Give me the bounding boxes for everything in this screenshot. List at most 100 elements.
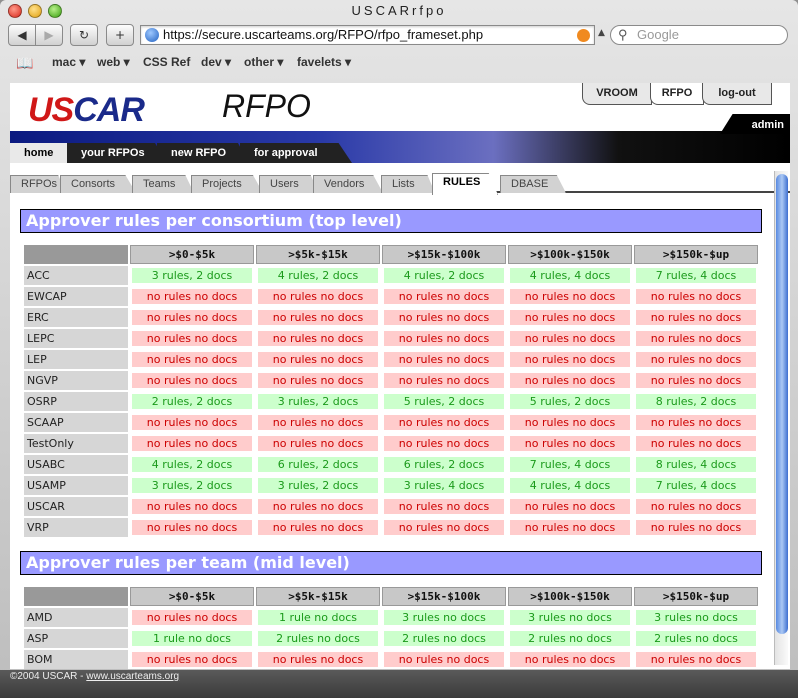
rule-cell-text[interactable]: 2 rules no docs xyxy=(636,631,756,646)
rule-cell-text[interactable]: 2 rules, 2 docs xyxy=(132,394,252,409)
sub-tab-teams[interactable]: Teams xyxy=(132,175,194,193)
rule-cell-text[interactable]: no rules no docs xyxy=(636,520,756,535)
row-label[interactable]: USAMP xyxy=(24,476,128,495)
rule-cell-text[interactable]: no rules no docs xyxy=(384,415,504,430)
rule-cell-text[interactable]: 3 rules, 4 docs xyxy=(384,478,504,493)
uscar-site-link[interactable]: www.uscarteams.org xyxy=(86,671,179,682)
rule-cell[interactable]: 3 rules no docs xyxy=(634,608,758,627)
rule-cell-text[interactable]: 2 rules no docs xyxy=(258,631,378,646)
rule-cell-text[interactable]: no rules no docs xyxy=(132,310,252,325)
bookmark-dev[interactable]: dev ▾ xyxy=(201,55,231,69)
rule-cell-text[interactable]: no rules no docs xyxy=(132,373,252,388)
rule-cell-text[interactable]: no rules no docs xyxy=(132,520,252,535)
rule-cell[interactable]: 3 rules no docs xyxy=(508,608,632,627)
rule-cell-text[interactable]: no rules no docs xyxy=(132,436,252,451)
rule-cell-text[interactable]: 5 rules, 2 docs xyxy=(510,394,630,409)
bookmark-favelets[interactable]: favelets ▾ xyxy=(297,55,351,69)
back-button[interactable]: ◀ xyxy=(8,24,36,46)
rule-cell-text[interactable]: 5 rules, 2 docs xyxy=(384,394,504,409)
rule-cell-text[interactable]: no rules no docs xyxy=(384,520,504,535)
rule-cell[interactable]: 7 rules, 4 docs xyxy=(634,266,758,285)
rule-cell-text[interactable]: no rules no docs xyxy=(636,331,756,346)
minimize-window-button[interactable] xyxy=(28,4,42,18)
main-tab-for-approval[interactable]: for approval xyxy=(240,143,352,163)
rule-cell-text[interactable]: 7 rules, 4 docs xyxy=(636,268,756,283)
rule-cell[interactable]: no rules no docs xyxy=(382,518,506,537)
rule-cell[interactable]: 2 rules, 2 docs xyxy=(130,392,254,411)
sub-tab-rules[interactable]: RULES xyxy=(432,173,498,195)
row-label[interactable]: VRP xyxy=(24,518,128,537)
rule-cell-text[interactable]: no rules no docs xyxy=(636,436,756,451)
rule-cell[interactable]: no rules no docs xyxy=(130,329,254,348)
rule-cell-text[interactable]: no rules no docs xyxy=(132,652,252,667)
rule-cell-text[interactable]: no rules no docs xyxy=(258,289,378,304)
rule-cell-text[interactable]: no rules no docs xyxy=(258,520,378,535)
rule-cell[interactable]: 7 rules, 4 docs xyxy=(634,476,758,495)
rule-cell[interactable]: no rules no docs xyxy=(382,497,506,516)
row-label[interactable]: NGVP xyxy=(24,371,128,390)
rule-cell-text[interactable]: no rules no docs xyxy=(510,373,630,388)
main-tab-new-rfpo[interactable]: new RFPO xyxy=(157,143,249,163)
rule-cell[interactable]: no rules no docs xyxy=(634,497,758,516)
rule-cell[interactable]: 3 rules, 2 docs xyxy=(256,476,380,495)
rule-cell-text[interactable]: no rules no docs xyxy=(384,352,504,367)
row-label[interactable]: SCAAP xyxy=(24,413,128,432)
rule-cell[interactable]: 4 rules, 2 docs xyxy=(256,266,380,285)
close-window-button[interactable] xyxy=(8,4,22,18)
rule-cell[interactable]: 8 rules, 2 docs xyxy=(634,392,758,411)
rule-cell[interactable]: 8 rules, 4 docs xyxy=(634,455,758,474)
rule-cell-text[interactable]: 4 rules, 2 docs xyxy=(258,268,378,283)
row-label[interactable]: USCAR xyxy=(24,497,128,516)
rule-cell[interactable]: 3 rules, 2 docs xyxy=(256,392,380,411)
rule-cell[interactable]: no rules no docs xyxy=(130,308,254,327)
rule-cell[interactable]: no rules no docs xyxy=(634,350,758,369)
rule-cell[interactable]: no rules no docs xyxy=(382,287,506,306)
rule-cell-text[interactable]: 3 rules no docs xyxy=(510,610,630,625)
sub-tab-users[interactable]: Users xyxy=(259,175,319,193)
rule-cell[interactable]: no rules no docs xyxy=(130,413,254,432)
rule-cell[interactable]: no rules no docs xyxy=(382,434,506,453)
rule-cell-text[interactable]: 6 rules, 2 docs xyxy=(384,457,504,472)
rule-cell[interactable]: 3 rules, 4 docs xyxy=(382,476,506,495)
rule-cell-text[interactable]: no rules no docs xyxy=(636,289,756,304)
rule-cell-text[interactable]: no rules no docs xyxy=(258,652,378,667)
rule-cell-text[interactable]: no rules no docs xyxy=(510,310,630,325)
rule-cell[interactable]: no rules no docs xyxy=(256,350,380,369)
rule-cell[interactable]: no rules no docs xyxy=(634,650,758,669)
rule-cell[interactable]: 6 rules, 2 docs xyxy=(382,455,506,474)
rule-cell[interactable]: no rules no docs xyxy=(130,287,254,306)
rule-cell-text[interactable]: 8 rules, 2 docs xyxy=(636,394,756,409)
rule-cell[interactable]: no rules no docs xyxy=(382,413,506,432)
row-label[interactable]: TestOnly xyxy=(24,434,128,453)
rule-cell-text[interactable]: 3 rules, 2 docs xyxy=(132,268,252,283)
sub-tab-consorts[interactable]: Consorts xyxy=(60,175,136,193)
rule-cell-text[interactable]: no rules no docs xyxy=(510,331,630,346)
rule-cell[interactable]: no rules no docs xyxy=(634,518,758,537)
rule-cell-text[interactable]: no rules no docs xyxy=(258,310,378,325)
rule-cell[interactable]: 6 rules, 2 docs xyxy=(256,455,380,474)
rule-cell-text[interactable]: 3 rules no docs xyxy=(636,610,756,625)
rule-cell-text[interactable]: 4 rules, 4 docs xyxy=(510,478,630,493)
rule-cell-text[interactable]: no rules no docs xyxy=(258,499,378,514)
url-dropdown-icon[interactable]: ▲ xyxy=(598,28,605,38)
rss-reload-icon[interactable] xyxy=(577,29,590,42)
rule-cell-text[interactable]: 2 rules no docs xyxy=(510,631,630,646)
rule-cell[interactable]: no rules no docs xyxy=(256,497,380,516)
rule-cell-text[interactable]: no rules no docs xyxy=(384,499,504,514)
rule-cell-text[interactable]: 3 rules, 2 docs xyxy=(258,478,378,493)
sub-tab-dbase[interactable]: DBASE xyxy=(500,175,566,193)
rule-cell-text[interactable]: no rules no docs xyxy=(510,652,630,667)
main-tab-your-rfpos[interactable]: your RFPOs xyxy=(67,143,167,163)
sub-tab-lists[interactable]: Lists xyxy=(381,175,435,193)
rule-cell-text[interactable]: no rules no docs xyxy=(510,520,630,535)
bookmarks-book-icon[interactable]: 📖 xyxy=(16,55,33,72)
row-label[interactable]: EWCAP xyxy=(24,287,128,306)
rule-cell[interactable]: no rules no docs xyxy=(130,434,254,453)
rule-cell-text[interactable]: no rules no docs xyxy=(258,436,378,451)
rule-cell-text[interactable]: 4 rules, 2 docs xyxy=(384,268,504,283)
rule-cell-text[interactable]: 3 rules, 2 docs xyxy=(132,478,252,493)
rule-cell-text[interactable]: no rules no docs xyxy=(636,499,756,514)
rule-cell[interactable]: 2 rules no docs xyxy=(256,629,380,648)
rule-cell[interactable]: no rules no docs xyxy=(256,434,380,453)
rule-cell-text[interactable]: 1 rule no docs xyxy=(132,631,252,646)
